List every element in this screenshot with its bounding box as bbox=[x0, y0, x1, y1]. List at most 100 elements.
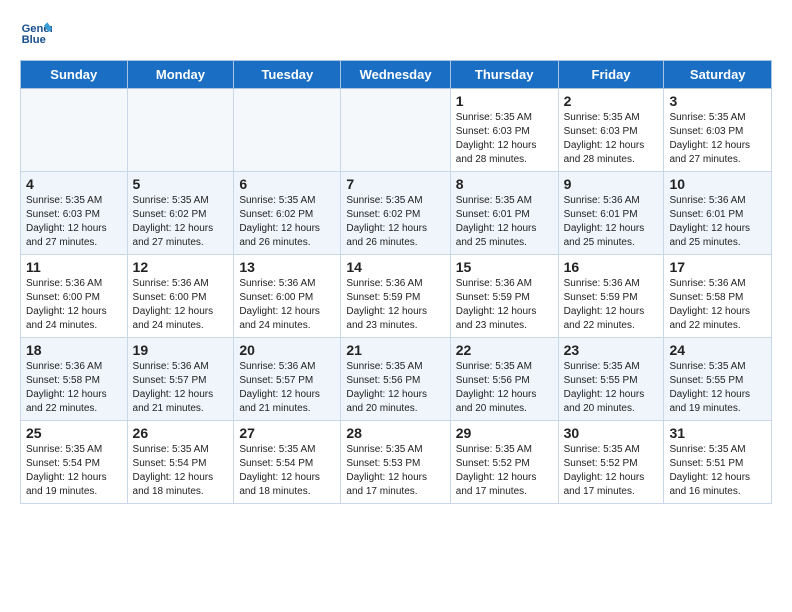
day-number: 25 bbox=[26, 425, 122, 441]
calendar-cell: 30Sunrise: 5:35 AM Sunset: 5:52 PM Dayli… bbox=[558, 421, 664, 504]
calendar-cell: 31 Sunrise: 5:35 AM Sunset: 5:51 PM Dayli… bbox=[664, 421, 772, 504]
calendar-week-row: 4 Sunrise: 5:35 AM Sunset: 6:03 PM Daylig… bbox=[21, 172, 772, 255]
day-info: Sunrise: 5:36 AM Sunset: 5:59 PM Dayligh… bbox=[346, 278, 427, 331]
day-info: Sunrise: 5:35 AM Sunset: 6:03 PM Dayligh… bbox=[26, 195, 107, 248]
calendar-cell: 21 Sunrise: 5:35 AM Sunset: 5:56 PM Dayli… bbox=[341, 338, 450, 421]
calendar-cell: 4 Sunrise: 5:35 AM Sunset: 6:03 PM Daylig… bbox=[21, 172, 128, 255]
calendar-cell: 17Sunrise: 5:36 AM Sunset: 5:58 PM Dayli… bbox=[664, 255, 772, 338]
calendar-cell: 28Sunrise: 5:35 AM Sunset: 5:53 PM Dayli… bbox=[341, 421, 450, 504]
day-info: Sunrise: 5:36 AM Sunset: 5:59 PM Dayligh… bbox=[456, 278, 537, 331]
calendar-cell: 22 Sunrise: 5:35 AM Sunset: 5:56 PM Dayli… bbox=[450, 338, 558, 421]
day-info: Sunrise: 5:35 AM Sunset: 5:54 PM Dayligh… bbox=[26, 444, 107, 497]
calendar-cell: 29 Sunrise: 5:35 AM Sunset: 5:52 PM Dayli… bbox=[450, 421, 558, 504]
day-info: Sunrise: 5:36 AM Sunset: 6:01 PM Dayligh… bbox=[564, 195, 645, 248]
calendar-table: SundayMondayTuesdayWednesdayThursdayFrid… bbox=[20, 60, 772, 504]
day-info: Sunrise: 5:35 AM Sunset: 5:51 PM Dayligh… bbox=[669, 444, 750, 497]
day-number: 9 bbox=[564, 176, 659, 192]
calendar-cell bbox=[127, 89, 234, 172]
day-number: 26 bbox=[133, 425, 229, 441]
day-info: Sunrise: 5:35 AM Sunset: 6:02 PM Dayligh… bbox=[133, 195, 214, 248]
calendar-header-row: SundayMondayTuesdayWednesdayThursdayFrid… bbox=[21, 61, 772, 89]
calendar-cell: 7 Sunrise: 5:35 AM Sunset: 6:02 PM Daylig… bbox=[341, 172, 450, 255]
day-info: Sunrise: 5:35 AM Sunset: 5:56 PM Dayligh… bbox=[456, 361, 537, 414]
calendar-cell bbox=[234, 89, 341, 172]
day-number: 6 bbox=[239, 176, 335, 192]
day-info: Sunrise: 5:36 AM Sunset: 6:00 PM Dayligh… bbox=[133, 278, 214, 331]
calendar-cell: 13Sunrise: 5:36 AM Sunset: 6:00 PM Dayli… bbox=[234, 255, 341, 338]
calendar-cell: 6 Sunrise: 5:35 AM Sunset: 6:02 PM Daylig… bbox=[234, 172, 341, 255]
calendar-header-sunday: Sunday bbox=[21, 61, 128, 89]
day-number: 31 bbox=[669, 425, 766, 441]
calendar-cell: 11 Sunrise: 5:36 AM Sunset: 6:00 PM Dayli… bbox=[21, 255, 128, 338]
day-info: Sunrise: 5:36 AM Sunset: 5:58 PM Dayligh… bbox=[669, 278, 750, 331]
day-number: 10 bbox=[669, 176, 766, 192]
logo-icon: General Blue bbox=[20, 16, 52, 48]
calendar-cell bbox=[341, 89, 450, 172]
day-info: Sunrise: 5:35 AM Sunset: 5:55 PM Dayligh… bbox=[564, 361, 645, 414]
day-number: 4 bbox=[26, 176, 122, 192]
calendar-header-friday: Friday bbox=[558, 61, 664, 89]
day-info: Sunrise: 5:35 AM Sunset: 5:56 PM Dayligh… bbox=[346, 361, 427, 414]
day-info: Sunrise: 5:35 AM Sunset: 5:54 PM Dayligh… bbox=[239, 444, 320, 497]
day-info: Sunrise: 5:35 AM Sunset: 5:52 PM Dayligh… bbox=[456, 444, 537, 497]
day-number: 29 bbox=[456, 425, 553, 441]
day-number: 7 bbox=[346, 176, 444, 192]
day-info: Sunrise: 5:36 AM Sunset: 6:00 PM Dayligh… bbox=[26, 278, 107, 331]
calendar-cell: 5 Sunrise: 5:35 AM Sunset: 6:02 PM Daylig… bbox=[127, 172, 234, 255]
day-number: 28 bbox=[346, 425, 444, 441]
day-number: 13 bbox=[239, 259, 335, 275]
day-number: 19 bbox=[133, 342, 229, 358]
calendar-cell: 26 Sunrise: 5:35 AM Sunset: 5:54 PM Dayli… bbox=[127, 421, 234, 504]
calendar-cell: 18 Sunrise: 5:36 AM Sunset: 5:58 PM Dayli… bbox=[21, 338, 128, 421]
calendar-cell: 14 Sunrise: 5:36 AM Sunset: 5:59 PM Dayli… bbox=[341, 255, 450, 338]
calendar-cell: 19 Sunrise: 5:36 AM Sunset: 5:57 PM Dayli… bbox=[127, 338, 234, 421]
day-info: Sunrise: 5:35 AM Sunset: 6:02 PM Dayligh… bbox=[346, 195, 427, 248]
day-info: Sunrise: 5:35 AM Sunset: 6:03 PM Dayligh… bbox=[564, 112, 645, 165]
calendar-cell: 8 Sunrise: 5:35 AM Sunset: 6:01 PM Daylig… bbox=[450, 172, 558, 255]
day-info: Sunrise: 5:35 AM Sunset: 6:01 PM Dayligh… bbox=[456, 195, 537, 248]
logo: General Blue bbox=[20, 16, 56, 48]
day-info: Sunrise: 5:36 AM Sunset: 5:59 PM Dayligh… bbox=[564, 278, 645, 331]
day-number: 20 bbox=[239, 342, 335, 358]
day-info: Sunrise: 5:35 AM Sunset: 6:03 PM Dayligh… bbox=[669, 112, 750, 165]
calendar-header-wednesday: Wednesday bbox=[341, 61, 450, 89]
day-number: 12 bbox=[133, 259, 229, 275]
day-number: 24 bbox=[669, 342, 766, 358]
day-number: 23 bbox=[564, 342, 659, 358]
day-number: 27 bbox=[239, 425, 335, 441]
calendar-cell: 10 Sunrise: 5:36 AM Sunset: 6:01 PM Dayli… bbox=[664, 172, 772, 255]
calendar-cell: 23 Sunrise: 5:35 AM Sunset: 5:55 PM Dayli… bbox=[558, 338, 664, 421]
calendar-week-row: 11 Sunrise: 5:36 AM Sunset: 6:00 PM Dayli… bbox=[21, 255, 772, 338]
calendar-header-tuesday: Tuesday bbox=[234, 61, 341, 89]
day-number: 18 bbox=[26, 342, 122, 358]
calendar-header-thursday: Thursday bbox=[450, 61, 558, 89]
day-info: Sunrise: 5:35 AM Sunset: 5:54 PM Dayligh… bbox=[133, 444, 214, 497]
calendar-cell: 25 Sunrise: 5:35 AM Sunset: 5:54 PM Dayli… bbox=[21, 421, 128, 504]
calendar-header-saturday: Saturday bbox=[664, 61, 772, 89]
day-info: Sunrise: 5:35 AM Sunset: 6:02 PM Dayligh… bbox=[239, 195, 320, 248]
day-number: 21 bbox=[346, 342, 444, 358]
calendar-cell: 12 Sunrise: 5:36 AM Sunset: 6:00 PM Dayli… bbox=[127, 255, 234, 338]
day-info: Sunrise: 5:35 AM Sunset: 5:52 PM Dayligh… bbox=[564, 444, 645, 497]
day-number: 8 bbox=[456, 176, 553, 192]
day-number: 16 bbox=[564, 259, 659, 275]
calendar-cell: 16 Sunrise: 5:36 AM Sunset: 5:59 PM Dayli… bbox=[558, 255, 664, 338]
calendar-week-row: 1 Sunrise: 5:35 AM Sunset: 6:03 PM Daylig… bbox=[21, 89, 772, 172]
calendar-cell: 24Sunrise: 5:35 AM Sunset: 5:55 PM Dayli… bbox=[664, 338, 772, 421]
day-number: 11 bbox=[26, 259, 122, 275]
day-number: 1 bbox=[456, 93, 553, 109]
day-number: 22 bbox=[456, 342, 553, 358]
svg-text:Blue: Blue bbox=[22, 34, 46, 46]
day-number: 5 bbox=[133, 176, 229, 192]
day-info: Sunrise: 5:36 AM Sunset: 5:57 PM Dayligh… bbox=[133, 361, 214, 414]
day-info: Sunrise: 5:36 AM Sunset: 6:01 PM Dayligh… bbox=[669, 195, 750, 248]
calendar-week-row: 18 Sunrise: 5:36 AM Sunset: 5:58 PM Dayli… bbox=[21, 338, 772, 421]
calendar-cell: 20Sunrise: 5:36 AM Sunset: 5:57 PM Dayli… bbox=[234, 338, 341, 421]
day-number: 15 bbox=[456, 259, 553, 275]
day-info: Sunrise: 5:36 AM Sunset: 5:58 PM Dayligh… bbox=[26, 361, 107, 414]
day-number: 14 bbox=[346, 259, 444, 275]
calendar-header-monday: Monday bbox=[127, 61, 234, 89]
day-number: 2 bbox=[564, 93, 659, 109]
calendar-week-row: 25 Sunrise: 5:35 AM Sunset: 5:54 PM Dayli… bbox=[21, 421, 772, 504]
calendar-cell: 9 Sunrise: 5:36 AM Sunset: 6:01 PM Daylig… bbox=[558, 172, 664, 255]
